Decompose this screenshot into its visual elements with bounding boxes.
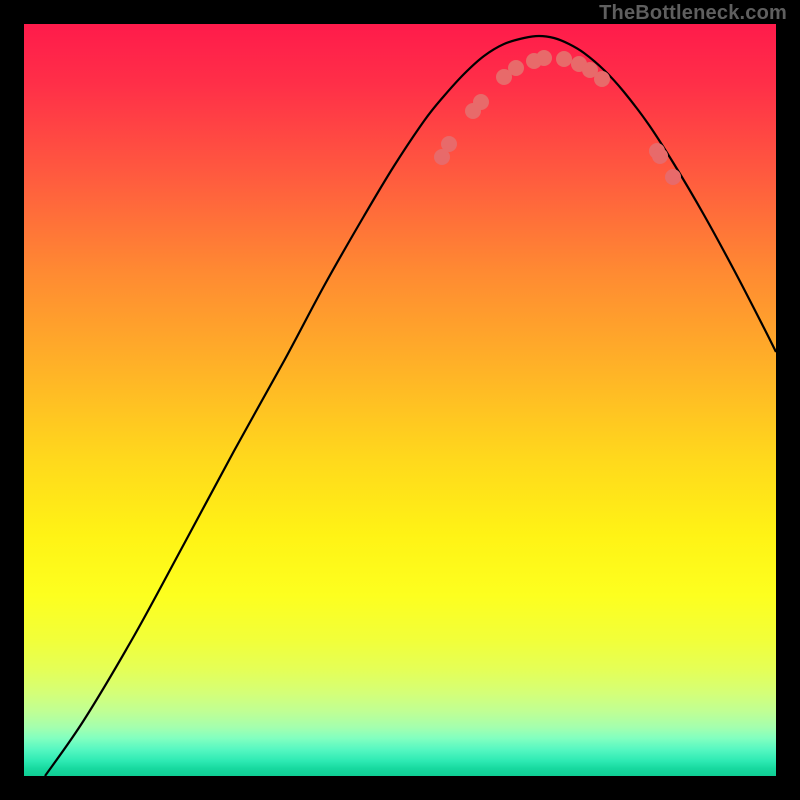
watermark-text: TheBottleneck.com (599, 2, 787, 25)
data-marker (665, 169, 681, 185)
data-marker (536, 50, 552, 66)
bottleneck-curve (45, 36, 776, 776)
data-marker (508, 60, 524, 76)
data-marker (652, 148, 668, 164)
data-marker (556, 51, 572, 67)
data-marker (441, 136, 457, 152)
chart-svg (24, 24, 776, 776)
plot-area (24, 24, 776, 776)
data-marker (473, 94, 489, 110)
chart-frame: TheBottleneck.com (0, 0, 800, 800)
data-marker (594, 71, 610, 87)
